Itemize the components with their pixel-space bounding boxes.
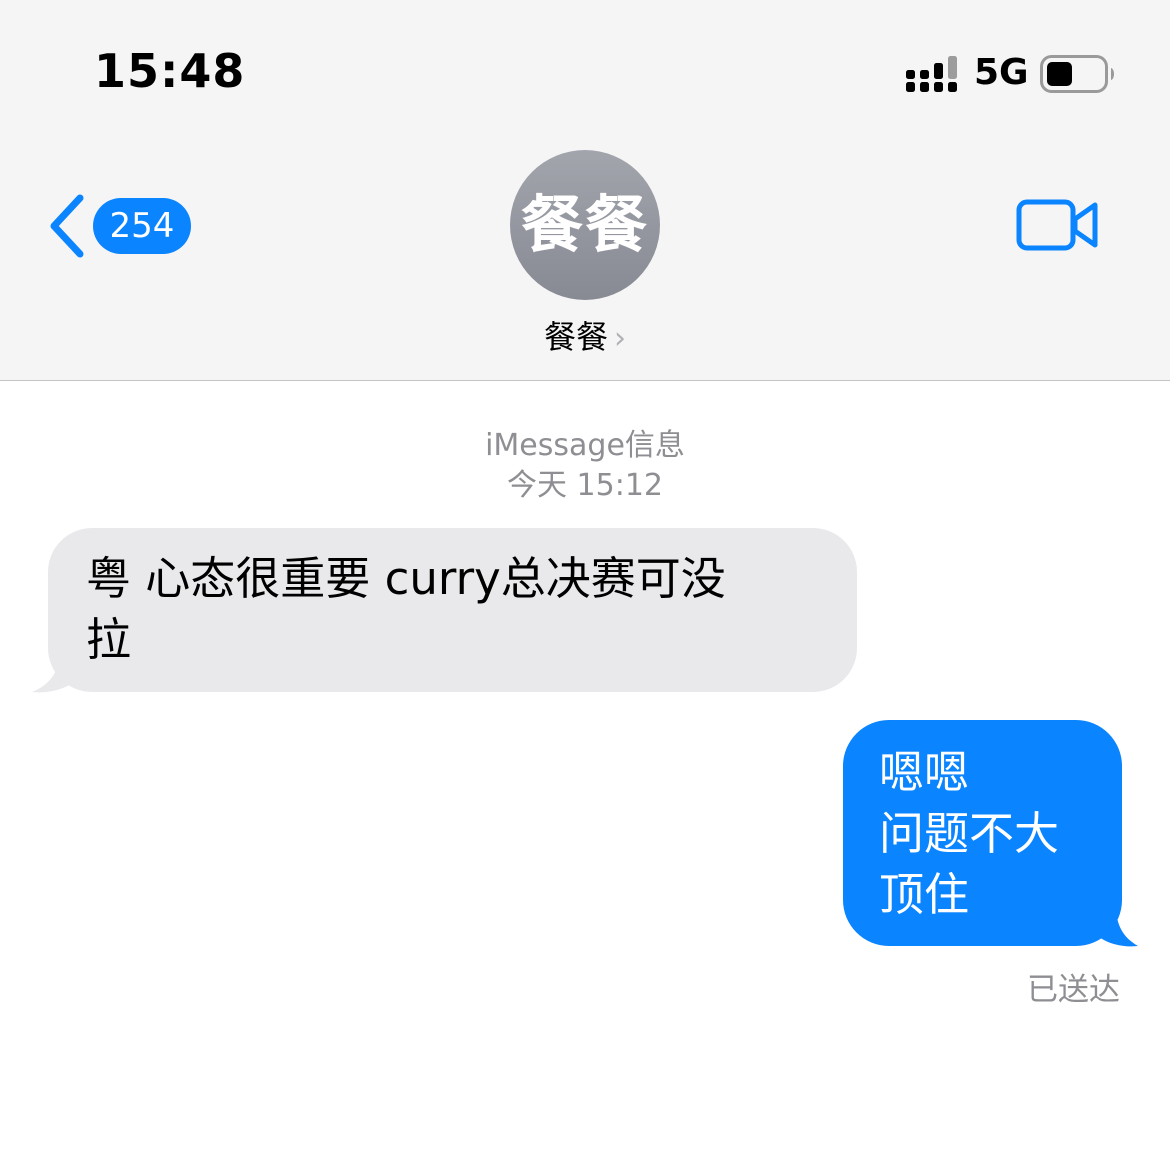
conversation-header: 15:48 5G 254 餐餐 餐餐 › [0,0,1170,381]
back-unread-count-badge[interactable]: 254 [93,198,191,254]
chevron-right-icon: › [614,321,626,356]
message-text-line: 嗯嗯 [879,746,970,799]
video-camera-icon[interactable] [1016,196,1100,254]
battery-icon [1040,55,1114,93]
contact-name-button[interactable]: 餐餐 › [0,312,1170,358]
message-text-line: 问题不大 [879,807,1060,860]
message-timestamp: 今天 15:12 [507,468,663,503]
status-time: 15:48 [94,44,246,98]
contact-name: 餐餐 [543,318,608,356]
delivery-status: 已送达 [1027,972,1120,1008]
outgoing-message-bubble[interactable]: 嗯嗯 问题不大 顶住 [843,720,1122,946]
message-text-line: 粤 心态很重要 curry总决赛可没 [86,552,726,605]
message-text-line: 拉 [86,613,132,666]
service-label: iMessage信息 [485,428,685,463]
message-text-line: 顶住 [879,868,970,921]
network-type: 5G [974,52,1029,93]
incoming-message-bubble[interactable]: 粤 心态很重要 curry总决赛可没 拉 [48,528,857,692]
back-chevron-icon[interactable] [46,192,88,260]
contact-avatar[interactable]: 餐餐 [510,150,660,300]
cellular-signal-icon [906,56,957,92]
